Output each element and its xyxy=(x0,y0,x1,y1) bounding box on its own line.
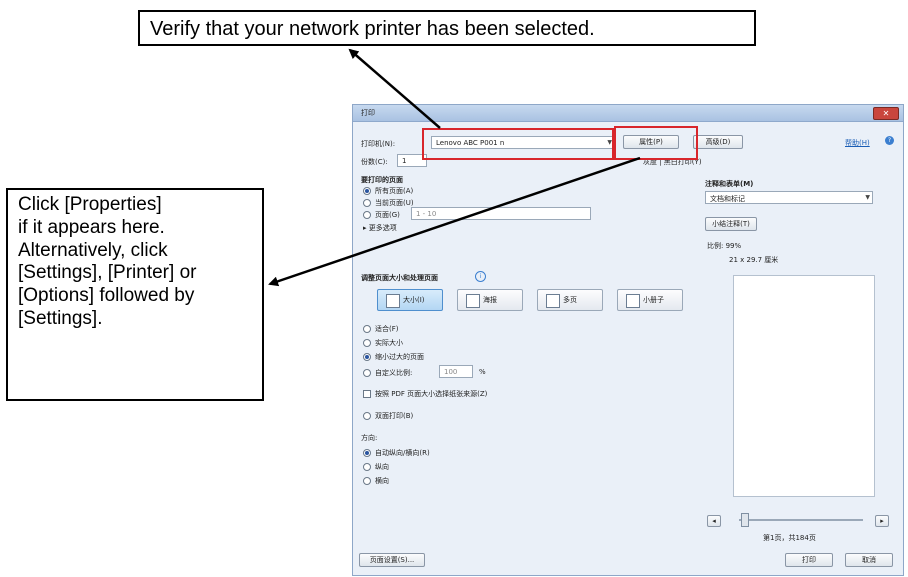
callout-arrows xyxy=(268,48,641,287)
arrow-to-top-callout xyxy=(348,48,441,129)
arrow-to-left-callout xyxy=(268,156,641,287)
